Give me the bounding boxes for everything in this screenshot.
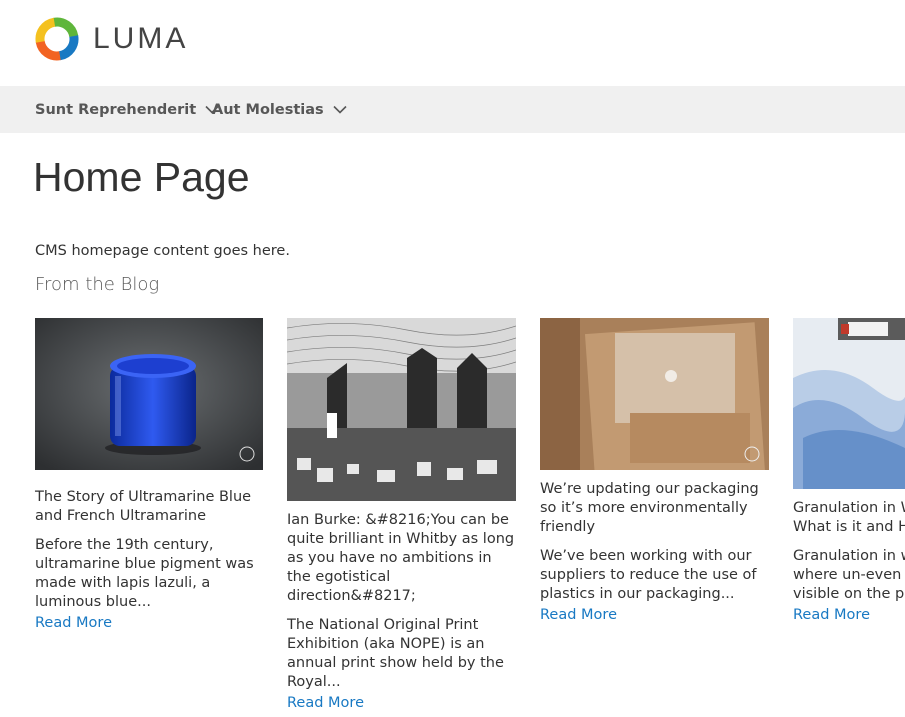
nav-item-sunt-reprehenderit[interactable]: Sunt Reprehenderit bbox=[35, 86, 219, 133]
post-image[interactable] bbox=[287, 318, 516, 501]
post-excerpt: Granulation in w where un-even p visible… bbox=[793, 548, 905, 602]
luma-logo[interactable]: LUMA bbox=[35, 17, 188, 61]
logo-text: LUMA bbox=[93, 22, 189, 55]
post-excerpt: We’ve been working with our suppliers to… bbox=[540, 548, 757, 602]
nav-item-label: Sunt Reprehenderit bbox=[35, 101, 197, 118]
post-excerpt: Before the 19th century, ultramarine blu… bbox=[35, 537, 254, 610]
blog-post: We’re updating our packaging so it’s mor… bbox=[540, 318, 769, 625]
cms-content: CMS homepage content goes here. bbox=[35, 243, 290, 259]
post-title[interactable]: We’re updating our packaging so it’s mor… bbox=[540, 480, 769, 537]
post-title[interactable]: The Story of Ultramarine Blue and French… bbox=[35, 488, 263, 526]
post-title[interactable]: Granulation in W What is it and Ho bbox=[793, 499, 905, 537]
read-more-link[interactable]: Read More bbox=[540, 606, 617, 625]
post-title[interactable]: Ian Burke: &#8216;You can be quite brill… bbox=[287, 511, 516, 606]
nav-item-label: Aut Molestias bbox=[212, 101, 324, 118]
blog-heading: From the Blog bbox=[35, 274, 160, 295]
post-image[interactable] bbox=[540, 318, 769, 470]
blog-post: The Story of Ultramarine Blue and French… bbox=[35, 318, 263, 633]
read-more-link[interactable]: Read More bbox=[35, 614, 112, 633]
page-title: Home Page bbox=[33, 154, 250, 200]
site-header: LUMA bbox=[0, 0, 905, 86]
post-excerpt: The National Original Print Exhibition (… bbox=[287, 617, 504, 690]
read-more-link[interactable]: Read More bbox=[793, 606, 870, 625]
main-navigation: Sunt Reprehenderit Aut Molestias bbox=[0, 86, 905, 133]
post-image[interactable] bbox=[793, 318, 905, 489]
read-more-link[interactable]: Read More bbox=[287, 694, 364, 713]
blog-post: Ian Burke: &#8216;You can be quite brill… bbox=[287, 318, 516, 713]
luma-logo-icon bbox=[35, 17, 79, 61]
chevron-down-icon bbox=[333, 105, 347, 114]
blog-post: Granulation in W What is it and Ho Granu… bbox=[793, 318, 905, 625]
nav-item-aut-molestias[interactable]: Aut Molestias bbox=[212, 86, 347, 133]
post-image[interactable] bbox=[35, 318, 263, 470]
